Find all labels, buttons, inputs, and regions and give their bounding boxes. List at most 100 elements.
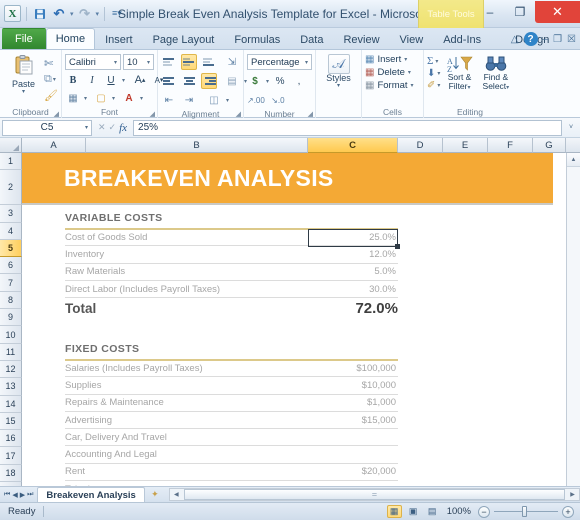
zoom-slider[interactable] [494,511,558,512]
select-all-button[interactable] [0,138,22,153]
tab-view[interactable]: View [390,29,434,49]
expand-formula-bar-icon[interactable]: ˅ [564,124,578,131]
middle-align-button[interactable] [181,54,197,70]
clear-dropdown-icon[interactable]: ▾ [437,82,440,89]
row-header-13[interactable]: 13 [0,378,22,395]
align-right-button[interactable] [201,73,217,89]
row-header-6[interactable]: 6 [0,257,22,274]
column-header-c[interactable]: C [308,138,398,153]
clear-button[interactable]: ✐ ▾ [427,80,440,91]
format-cells-button[interactable]: ▦ Format ▾ [365,80,414,91]
top-align-button[interactable] [161,54,177,70]
styles-dropdown-icon[interactable]: ▾ [337,83,340,89]
styles-button[interactable]: 𝒜 Styles ▾ [319,54,358,89]
currency-dropdown-icon[interactable]: ▾ [266,78,269,85]
undo-dropdown-icon[interactable]: ▾ [70,10,74,18]
row-header-14[interactable]: 14 [0,396,22,413]
tab-home[interactable]: Home [46,28,95,49]
next-sheet-icon[interactable]: ▶ [20,491,25,499]
increase-decimal-button[interactable]: ↗.00 [247,92,265,108]
row-value[interactable]: $15,000 [308,415,398,426]
horizontal-scrollbar[interactable]: ◀ ⚌ ▶ [169,488,580,501]
view-page-layout-button[interactable]: ▣ [406,505,421,518]
paste-dropdown-icon[interactable]: ▾ [22,89,25,95]
tab-insert[interactable]: Insert [95,29,143,49]
underline-dropdown-icon[interactable]: ▾ [122,77,125,84]
table-row[interactable]: Repairs & Maintenance $1,000 [65,395,398,412]
alignment-dialog-launcher-icon[interactable]: ◢ [236,110,241,118]
fill-dropdown-icon[interactable]: ▾ [437,70,440,77]
find-select-button[interactable]: Find & Select▾ [479,54,513,93]
first-sheet-icon[interactable]: ⏮ [4,491,10,499]
fill-button[interactable]: ⬇ ▾ [427,68,440,79]
cut-button[interactable]: ✄ [44,56,58,71]
close-button[interactable]: ✕ [535,1,580,23]
scroll-right-icon[interactable]: ▶ [566,491,579,498]
insert-dropdown-icon[interactable]: ▾ [404,56,407,63]
customize-qat-icon[interactable]: ≡▾ [110,8,124,19]
font-name-input[interactable]: Calibri ▾ [65,54,121,70]
table-row[interactable]: Raw Materials 5.0% [65,264,398,281]
table-row[interactable]: Direct Labor (Includes Payroll Taxes) 30… [65,281,398,298]
row-header-8[interactable]: 8 [0,292,22,309]
table-row[interactable]: Inventory 12.0% [65,246,398,263]
row-header-18[interactable]: 18 [0,465,22,482]
horizontal-scroll-thumb[interactable]: ⚌ [184,489,565,500]
prev-sheet-icon[interactable]: ◀ [12,491,17,499]
merge-cells-button[interactable]: ◫ [206,92,222,108]
row-header-17[interactable]: 17 [0,447,22,464]
borders-dropdown-icon[interactable]: ▾ [84,95,87,102]
table-row[interactable]: Car, Delivery And Travel [65,429,398,446]
number-dialog-launcher-icon[interactable]: ◢ [308,110,313,118]
paste-button[interactable]: Paste ▾ [3,54,44,95]
zoom-out-button[interactable]: − [478,506,490,518]
font-color-button[interactable]: A [121,90,137,106]
column-header-d[interactable]: D [398,138,443,153]
row-header-9[interactable]: 9 [0,309,22,326]
tab-formulas[interactable]: Formulas [224,29,290,49]
currency-format-button[interactable]: $ [247,73,263,89]
column-header-g[interactable]: G [533,138,566,153]
undo-icon[interactable]: ↶ [51,6,67,22]
new-sheet-icon[interactable]: ✦ [145,488,165,502]
borders-button[interactable]: ▦ [65,90,81,106]
row-value[interactable]: $1,000 [308,397,398,408]
zoom-slider-thumb[interactable] [522,506,527,517]
column-header-a[interactable]: A [22,138,86,153]
close-window-icon[interactable]: ☒ [567,34,576,45]
grow-font-button[interactable]: A▴ [132,72,148,88]
column-header-e[interactable]: E [443,138,488,153]
percent-format-button[interactable]: % [272,73,288,89]
table-row[interactable]: Accounting And Legal [65,447,398,464]
row-header-11[interactable]: 11 [0,344,22,361]
wrap-text-button[interactable]: ▤ [224,73,240,89]
underline-button[interactable]: U [103,72,119,88]
column-header-f[interactable]: F [488,138,533,153]
insert-cells-button[interactable]: ▦ Insert ▾ [365,54,407,65]
chevron-down-icon[interactable]: ▾ [147,59,150,66]
tab-data[interactable]: Data [290,29,333,49]
cancel-formula-icon[interactable]: ✕ [98,122,106,133]
delete-dropdown-icon[interactable]: ▾ [408,69,411,76]
row-value[interactable]: $100,000 [308,363,398,374]
scroll-track[interactable] [567,167,580,486]
bold-button[interactable]: B [65,72,81,88]
decrease-indent-button[interactable]: ⇤ [161,92,177,108]
row-header-2[interactable]: 2 [0,170,22,205]
font-size-input[interactable]: 10 ▾ [123,54,154,70]
italic-button[interactable]: I [84,72,100,88]
scroll-up-icon[interactable]: ▲ [567,153,580,167]
format-painter-button[interactable]: 🖌 [44,88,58,103]
font-color-dropdown-icon[interactable]: ▾ [140,95,143,102]
row-header-19[interactable]: 19 [0,482,22,486]
table-row[interactable]: Telephone [65,481,398,486]
row-value[interactable]: $10,000 [308,380,398,391]
orientation-button[interactable]: ⇲ [224,54,240,70]
sheet-tab-breakeven-analysis[interactable]: Breakeven Analysis [37,487,144,502]
table-row[interactable]: Supplies $10,000 [65,377,398,394]
row-value[interactable]: 5.0% [308,266,398,277]
merge-cells-dropdown-icon[interactable]: ▾ [226,97,229,104]
tab-add-ins[interactable]: Add-Ins [433,29,491,49]
fill-color-button[interactable]: ▢ [93,90,109,106]
chevron-down-icon[interactable]: ▾ [85,124,88,131]
